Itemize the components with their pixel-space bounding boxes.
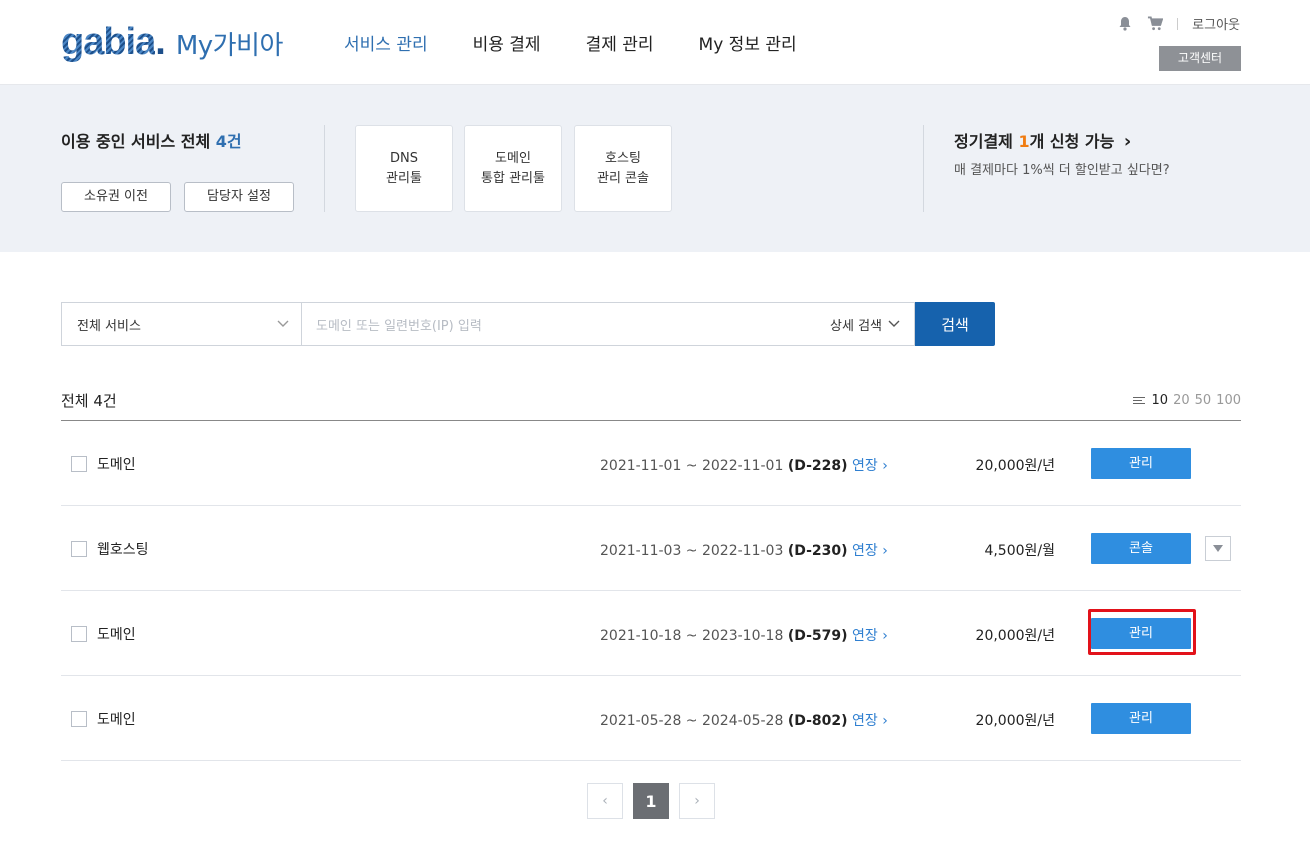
logout-link[interactable]: 로그아웃 xyxy=(1192,14,1240,33)
prev-page-button[interactable]: ‹ xyxy=(587,783,623,819)
extend-link[interactable]: 연장 › xyxy=(852,458,888,474)
domain-tool-line1: 도메인 xyxy=(495,150,531,166)
domain-tool-button[interactable]: 도메인 통합 관리툴 xyxy=(464,125,562,212)
table-row: 도메인 2021-10-18 ~ 2023-10-18 (D-579) 연장 ›… xyxy=(61,591,1241,676)
d-day: (D-230) xyxy=(787,543,848,559)
search-input[interactable]: 도메인 또는 일련번호(IP) 입력 상세 검색 xyxy=(301,302,915,346)
autopay-promo-subtitle: 매 결제마다 1%씩 더 할인받고 싶다면? xyxy=(954,163,1170,178)
promo-suffix: 개 신청 가능 xyxy=(1029,132,1115,151)
service-summary: 이용 중인 서비스 전체 4건 소유권 이전 담당자 설정 DNS 관리툴 도메… xyxy=(0,85,1310,252)
service-name: 도메인 xyxy=(97,627,136,643)
price: 20,000원/년 xyxy=(975,713,1055,729)
date-range: 2021-10-18 ~ 2023-10-18 xyxy=(600,628,784,644)
customer-center-button[interactable]: 고객센터 xyxy=(1159,46,1241,71)
domain-tool-line2: 통합 관리툴 xyxy=(481,170,545,186)
price: 20,000원/년 xyxy=(975,458,1055,474)
service-count-title: 이용 중인 서비스 전체 4건 xyxy=(61,128,242,152)
nav-service-management[interactable]: 서비스 관리 xyxy=(344,30,428,55)
per-page-50[interactable]: 50 xyxy=(1195,393,1212,408)
service-type-value: 전체 서비스 xyxy=(77,318,141,334)
d-day: (D-802) xyxy=(787,713,848,729)
logo-mark: gabia xyxy=(61,21,156,63)
util-divider xyxy=(1177,17,1179,30)
date-range: 2021-11-03 ~ 2022-11-03 xyxy=(600,543,784,559)
bell-icon[interactable] xyxy=(1117,16,1133,32)
service-period: 2021-11-03 ~ 2022-11-03 (D-230) 연장 › xyxy=(600,540,888,560)
row-checkbox[interactable] xyxy=(71,456,87,472)
chevron-right-icon: › xyxy=(1123,131,1132,152)
page-1-button[interactable]: 1 xyxy=(633,783,669,819)
extend-link[interactable]: 연장 › xyxy=(852,543,888,559)
chevron-down-icon xyxy=(277,317,289,332)
nav-payment-management[interactable]: 결제 관리 xyxy=(586,30,654,55)
dns-tool-line2: 관리툴 xyxy=(386,170,422,186)
expand-dropdown-button[interactable] xyxy=(1205,536,1231,561)
date-range: 2021-11-01 ~ 2022-11-01 xyxy=(600,458,784,474)
service-period: 2021-05-28 ~ 2024-05-28 (D-802) 연장 › xyxy=(600,710,888,730)
price: 20,000원/년 xyxy=(975,628,1055,644)
logo-dot: . xyxy=(155,21,166,63)
hosting-tool-line2: 관리 콘솔 xyxy=(597,170,649,186)
table-row: 도메인 2021-11-01 ~ 2022-11-01 (D-228) 연장 ›… xyxy=(61,421,1241,506)
divider xyxy=(324,125,325,212)
divider xyxy=(923,125,924,212)
search-button[interactable]: 검색 xyxy=(915,302,995,346)
promo-prefix: 정기결제 xyxy=(954,132,1019,151)
service-count-label: 이용 중인 서비스 전체 xyxy=(61,132,216,151)
main-nav: 서비스 관리 비용 결제 결제 관리 My 정보 관리 xyxy=(344,30,842,55)
service-period: 2021-10-18 ~ 2023-10-18 (D-579) 연장 › xyxy=(600,625,888,645)
d-day: (D-579) xyxy=(787,628,848,644)
autopay-promo-link[interactable]: 정기결제 1개 신청 가능 › xyxy=(954,128,1131,152)
nav-cost-payment[interactable]: 비용 결제 xyxy=(473,30,541,55)
logo-subtitle: My가비아 xyxy=(175,31,284,61)
logo[interactable]: gabia . My가비아 xyxy=(61,20,283,64)
next-page-button[interactable]: › xyxy=(679,783,715,819)
hosting-console-button[interactable]: 호스팅 관리 콘솔 xyxy=(574,125,672,212)
dns-tool-button[interactable]: DNS 관리툴 xyxy=(355,125,453,212)
total-count: 전체 4건 xyxy=(61,392,117,410)
service-name: 도메인 xyxy=(97,457,136,473)
manage-button[interactable]: 관리 xyxy=(1091,703,1191,734)
row-checkbox[interactable] xyxy=(71,626,87,642)
console-button[interactable]: 콘솔 xyxy=(1091,533,1191,564)
d-day: (D-228) xyxy=(787,458,848,474)
search-placeholder: 도메인 또는 일련번호(IP) 입력 xyxy=(316,318,482,334)
hosting-tool-line1: 호스팅 xyxy=(605,150,641,166)
row-checkbox[interactable] xyxy=(71,711,87,727)
cart-icon[interactable] xyxy=(1147,16,1164,32)
per-page-10[interactable]: 10 xyxy=(1152,393,1169,408)
price: 4,500원/월 xyxy=(984,543,1055,559)
extend-link[interactable]: 연장 › xyxy=(852,713,888,729)
dns-tool-line1: DNS xyxy=(390,150,418,166)
row-checkbox[interactable] xyxy=(71,541,87,557)
header: gabia . My가비아 서비스 관리 비용 결제 결제 관리 My 정보 관… xyxy=(0,0,1310,85)
manager-settings-button[interactable]: 담당자 설정 xyxy=(184,182,294,212)
search-bar: 전체 서비스 도메인 또는 일련번호(IP) 입력 상세 검색 검색 xyxy=(61,302,995,346)
manage-button[interactable]: 관리 xyxy=(1091,618,1191,649)
detail-search-label: 상세 검색 xyxy=(830,318,882,334)
manage-button[interactable]: 관리 xyxy=(1091,448,1191,479)
detail-search-toggle[interactable]: 상세 검색 xyxy=(830,315,900,334)
chevron-down-icon xyxy=(888,320,900,327)
pagination: ‹ 1 › xyxy=(587,783,715,819)
service-name: 웹호스팅 xyxy=(97,542,149,558)
per-page-options: 10 20 50 100 xyxy=(1132,393,1241,408)
extend-link[interactable]: 연장 › xyxy=(852,628,888,644)
table-row: 도메인 2021-05-28 ~ 2024-05-28 (D-802) 연장 ›… xyxy=(61,676,1241,761)
service-name: 도메인 xyxy=(97,712,136,728)
service-period: 2021-11-01 ~ 2022-11-01 (D-228) 연장 › xyxy=(600,455,888,475)
date-range: 2021-05-28 ~ 2024-05-28 xyxy=(600,713,784,729)
util-menu: 로그아웃 xyxy=(1117,14,1240,33)
ownership-transfer-button[interactable]: 소유권 이전 xyxy=(61,182,171,212)
service-type-select[interactable]: 전체 서비스 xyxy=(61,302,301,346)
per-page-100[interactable]: 100 xyxy=(1216,393,1241,408)
list-lines-icon xyxy=(1132,397,1145,404)
nav-my-info[interactable]: My 정보 관리 xyxy=(699,30,797,55)
per-page-20[interactable]: 20 xyxy=(1173,393,1190,408)
service-count-value: 4건 xyxy=(215,132,242,151)
promo-count: 1 xyxy=(1018,132,1030,151)
table-row: 웹호스팅 2021-11-03 ~ 2022-11-03 (D-230) 연장 … xyxy=(61,506,1241,591)
